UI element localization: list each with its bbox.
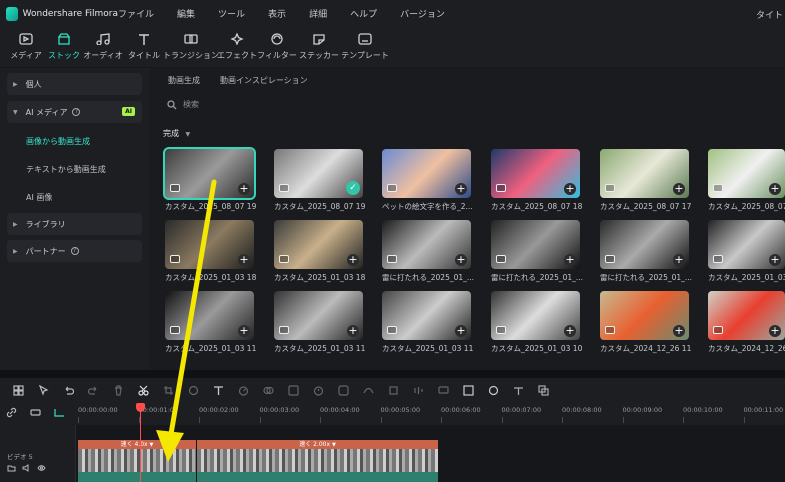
annotation-arrow [156,179,217,462]
